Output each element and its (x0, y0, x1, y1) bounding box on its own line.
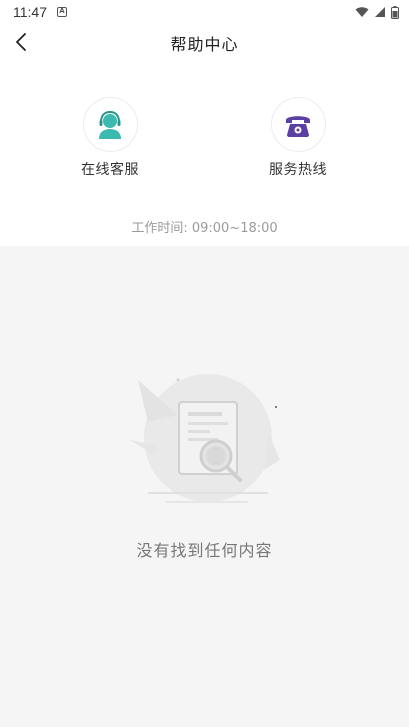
empty-document-search-icon (118, 360, 288, 530)
header: 帮助中心 (0, 24, 409, 62)
status-left: 11:47 A (13, 4, 67, 20)
online-service-label: 在线客服 (81, 162, 139, 178)
chevron-left-icon (16, 33, 26, 51)
online-service-button[interactable]: 在线客服 (55, 97, 165, 187)
phone-icon (286, 115, 310, 137)
status-right (355, 5, 399, 19)
hotline-button[interactable]: 服务热线 (243, 97, 353, 187)
wifi-icon (355, 7, 369, 17)
work-time: 工作时间: 09:00~18:00 (131, 221, 278, 236)
back-button[interactable] (10, 30, 32, 54)
page-title: 帮助中心 (170, 35, 239, 54)
customer-service-icon (99, 110, 121, 139)
signal-icon (375, 7, 385, 17)
status-bar: 11:47 A (0, 0, 409, 24)
battery-icon (391, 5, 399, 19)
empty-state-text: 没有找到任何内容 (136, 541, 273, 560)
service-card: 在线客服 服务热线 工作时间: 09:00~18:00 (0, 62, 409, 246)
hotline-label: 服务热线 (269, 162, 327, 178)
online-service-icon-wrap (82, 97, 138, 152)
status-time: 11:47 (13, 4, 47, 20)
a-notification-icon: A (57, 7, 67, 17)
hotline-icon-wrap (270, 97, 326, 152)
